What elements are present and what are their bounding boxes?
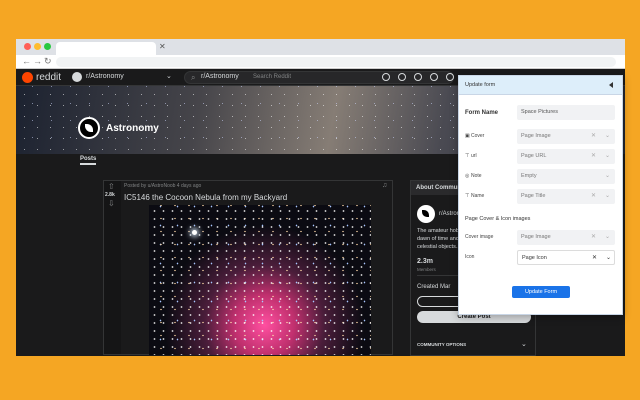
post-image[interactable] xyxy=(149,205,371,355)
clear-icon[interactable]: ✕ xyxy=(592,254,597,261)
chevron-down-icon[interactable]: ⌄ xyxy=(521,340,527,348)
clear-icon[interactable]: ✕ xyxy=(591,152,596,159)
update-form-button[interactable]: Update Form xyxy=(512,286,570,298)
shield-icon[interactable] xyxy=(430,73,438,81)
url-field[interactable] xyxy=(56,57,616,67)
upvote-icon[interactable]: ⇧ xyxy=(108,182,115,191)
form-name-input[interactable]: Space Pictures xyxy=(517,105,615,120)
clear-icon[interactable]: ✕ xyxy=(591,233,596,240)
cover-image-select[interactable]: Page Image ✕ ⌄ xyxy=(517,230,615,245)
post-meta: Posted by u/AstroNoob 4 days ago xyxy=(124,183,202,189)
address-bar: ← → ↻ xyxy=(16,55,625,69)
close-tab-icon[interactable]: ✕ xyxy=(159,42,166,51)
icon-label: Icon xyxy=(465,254,475,260)
clear-icon[interactable]: ✕ xyxy=(591,132,596,139)
post-title[interactable]: IC5146 the Cocoon Nebula from my Backyar… xyxy=(124,193,287,202)
search-icon: ⌕ xyxy=(191,73,196,82)
cover-icon-section-title: Page Cover & Icon images xyxy=(465,216,531,222)
search-community-chip[interactable]: r/Astronomy xyxy=(201,73,239,80)
community-title: Astronomy xyxy=(106,123,159,134)
name-label: ⊤ Name xyxy=(465,193,485,199)
community-selector[interactable]: r/Astronomy xyxy=(86,73,124,80)
vote-column: ⇧ 2.8k ⇩ xyxy=(104,181,121,354)
vote-count: 2.8k xyxy=(105,192,115,198)
maximize-window-button[interactable] xyxy=(44,43,51,50)
chat-icon[interactable] xyxy=(398,73,406,81)
search-placeholder: Search Reddit xyxy=(253,74,292,80)
members-count: 2.3m xyxy=(417,258,433,265)
downvote-icon[interactable]: ⇩ xyxy=(108,199,115,208)
chevron-down-icon[interactable]: ⌄ xyxy=(605,132,610,139)
post-card[interactable]: ⇧ 2.8k ⇩ Posted by u/AstroNoob 4 days ag… xyxy=(103,180,393,355)
community-icon xyxy=(72,72,82,82)
tab-bar: ✕ xyxy=(16,39,625,55)
note-label: ◎ Note xyxy=(465,173,482,179)
chevron-down-icon[interactable]: ⌄ xyxy=(605,172,610,179)
cover-select[interactable]: Page Image ✕ ⌄ xyxy=(517,129,615,144)
community-options[interactable]: COMMUNITY OPTIONS xyxy=(417,342,466,347)
community-avatar xyxy=(78,117,100,139)
close-window-button[interactable] xyxy=(24,43,31,50)
reload-icon[interactable]: ↻ xyxy=(44,56,52,67)
bell-icon[interactable]: ♫ xyxy=(382,182,387,189)
notifications-icon[interactable] xyxy=(414,73,422,81)
reddit-logo-icon[interactable] xyxy=(22,72,33,83)
leaf-icon xyxy=(422,210,429,217)
url-label: ⊤ url xyxy=(465,153,477,159)
collapse-icon[interactable] xyxy=(609,82,613,88)
url-select[interactable]: Page URL ✕ ⌄ xyxy=(517,149,615,164)
bright-star xyxy=(192,230,197,235)
icon-select[interactable]: Page Icon ✕ ⌄ xyxy=(517,250,615,265)
header-icons xyxy=(382,73,454,81)
cover-image-label: Cover image xyxy=(465,234,494,240)
update-form-popup: Update form Form Name Space Pictures ▣Co… xyxy=(458,75,623,315)
community-avatar-small xyxy=(417,205,435,223)
created-date: Created Mar xyxy=(417,284,451,290)
user-icon[interactable] xyxy=(446,73,454,81)
reddit-wordmark[interactable]: reddit xyxy=(36,72,61,83)
members-label: Members xyxy=(417,267,436,272)
form-name-label: Form Name xyxy=(465,110,499,116)
note-select[interactable]: Empty ⌄ xyxy=(517,169,615,184)
chevron-down-icon[interactable]: ⌄ xyxy=(605,152,610,159)
clear-icon[interactable]: ✕ xyxy=(591,192,596,199)
chevron-down-icon[interactable]: ⌄ xyxy=(166,72,172,80)
popular-icon[interactable] xyxy=(382,73,390,81)
browser-tab[interactable] xyxy=(56,42,156,55)
chevron-down-icon[interactable]: ⌄ xyxy=(605,233,610,240)
minimize-window-button[interactable] xyxy=(34,43,41,50)
tab-posts[interactable]: Posts xyxy=(80,156,97,165)
name-select[interactable]: Page Title ✕ ⌄ xyxy=(517,189,615,204)
popup-title: Update form xyxy=(465,82,496,88)
chevron-down-icon[interactable]: ⌄ xyxy=(605,192,610,199)
leaf-icon xyxy=(85,124,93,132)
back-icon[interactable]: ← xyxy=(22,56,31,66)
chevron-down-icon[interactable]: ⌄ xyxy=(606,254,611,261)
popup-header: Update form xyxy=(459,76,622,95)
starfield xyxy=(149,205,371,355)
forward-icon[interactable]: → xyxy=(33,56,42,66)
cover-label: ▣Cover xyxy=(465,133,485,139)
